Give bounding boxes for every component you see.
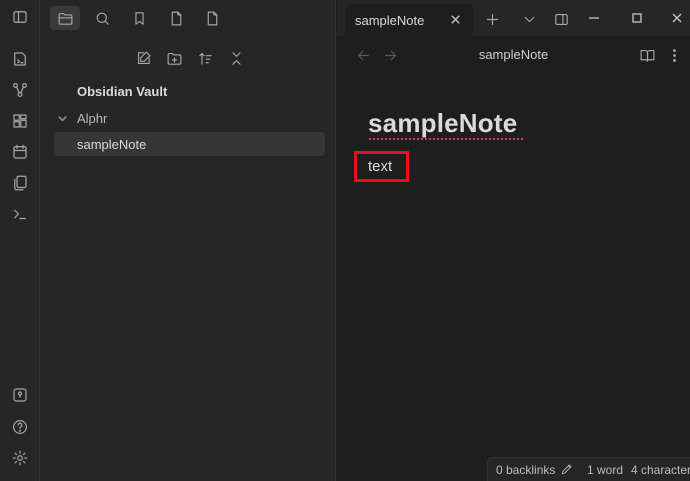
maximize-icon [632, 13, 642, 23]
annotation-highlight-box [354, 151, 409, 182]
switch-vault-icon[interactable] [9, 48, 31, 70]
new-note-button[interactable] [131, 46, 155, 70]
tree-folder-label: Alphr [77, 110, 108, 126]
close-icon[interactable] [449, 13, 463, 27]
file-explorer-actions [40, 46, 336, 72]
tree-file-samplenote[interactable]: sampleNote [54, 132, 325, 156]
sort-icon [198, 52, 212, 65]
tab-list-button[interactable] [518, 8, 540, 30]
word-count: 1 word [587, 463, 624, 477]
graph-view-icon[interactable] [9, 79, 31, 101]
templates-icon[interactable] [9, 172, 31, 194]
settings-icon[interactable] [9, 447, 31, 469]
file-icon [171, 11, 181, 25]
vault-manager-icon[interactable] [9, 384, 31, 406]
help-icon[interactable] [9, 416, 31, 438]
command-palette-icon[interactable] [9, 203, 31, 225]
tree-file-label: sampleNote [77, 137, 147, 152]
folder-open-icon [58, 12, 72, 25]
book-open-icon [640, 49, 654, 62]
status-bar: 0 backlinks 1 word 4 characters [487, 457, 690, 481]
plus-icon [486, 13, 498, 25]
tab-bar: sampleNote [337, 0, 690, 36]
sidebar-right-icon [554, 13, 568, 25]
sidebar-tab-bar [40, 0, 336, 36]
maximize-button[interactable] [625, 6, 649, 30]
chevron-down-icon [54, 110, 70, 126]
tree-folder-alphr[interactable]: Alphr [54, 108, 107, 128]
new-note-icon [137, 51, 150, 64]
spellcheck-underline [368, 136, 523, 140]
minimize-icon [589, 17, 599, 19]
right-sidebar-toggle[interactable] [550, 8, 572, 30]
file-icon [207, 11, 217, 25]
canvas-icon[interactable] [9, 110, 31, 132]
view-header: sampleNote [337, 36, 690, 74]
chevron-down-icon [524, 16, 534, 22]
bookmark-icon [134, 11, 144, 25]
sidebar-toggle-icon[interactable] [9, 6, 31, 28]
vault-name[interactable]: Obsidian Vault [77, 84, 167, 99]
collapse-all-button[interactable] [224, 46, 248, 70]
close-icon [672, 13, 682, 23]
new-tab-button[interactable] [481, 8, 503, 30]
file-tab-1[interactable] [161, 6, 191, 30]
daily-note-icon[interactable] [9, 141, 31, 163]
editor-pane: sampleNote sampleNote sampleNote text 0 … [337, 0, 690, 481]
more-options-button[interactable] [664, 45, 684, 65]
close-window-button[interactable] [665, 6, 689, 30]
new-folder-icon [167, 52, 181, 65]
file-explorer-tab[interactable] [50, 6, 80, 30]
backlinks-count[interactable]: 0 backlinks [496, 463, 555, 477]
pencil-icon[interactable] [560, 462, 574, 476]
file-tab-2[interactable] [197, 6, 227, 30]
search-tab[interactable] [87, 6, 117, 30]
left-ribbon [0, 0, 40, 481]
tab-title: sampleNote [355, 13, 425, 28]
character-count: 4 characters [631, 463, 690, 477]
minimize-button[interactable] [582, 6, 606, 30]
search-icon [96, 12, 109, 25]
collapse-all-icon [231, 51, 241, 65]
note-heading[interactable]: sampleNote [368, 108, 517, 139]
bookmarks-tab[interactable] [124, 6, 154, 30]
new-folder-button[interactable] [162, 46, 186, 70]
sort-button[interactable] [193, 46, 217, 70]
file-explorer-pane: Obsidian Vault Alphr sampleNote [40, 0, 336, 481]
reading-view-button[interactable] [637, 45, 657, 65]
more-vertical-icon [672, 48, 676, 62]
tab-samplenote[interactable]: sampleNote [345, 4, 473, 36]
